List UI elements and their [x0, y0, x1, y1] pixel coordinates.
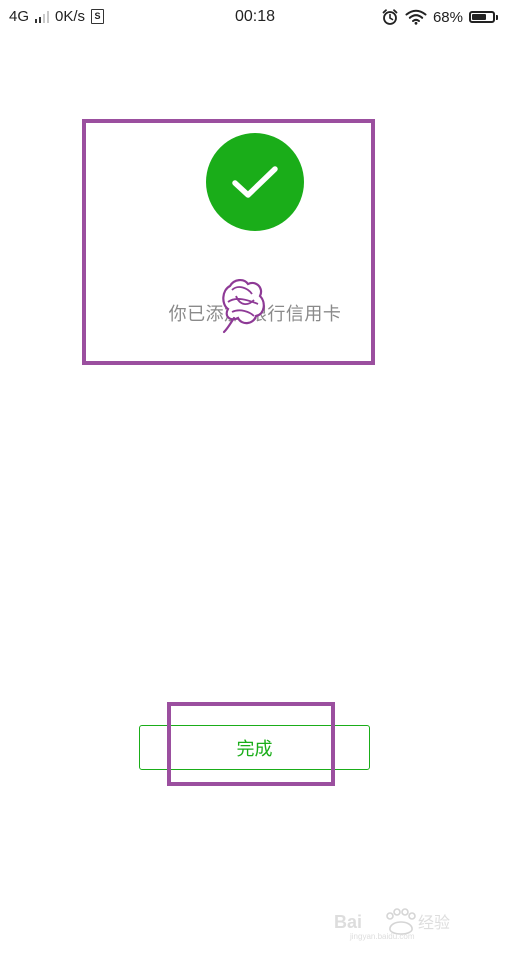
watermark-logo: Bai 经验 jingyan.baidu.com	[334, 908, 450, 941]
battery-percent: 68%	[432, 8, 463, 26]
status-right: 68%	[381, 8, 498, 26]
alarm-icon	[382, 9, 398, 25]
battery-body	[469, 11, 495, 23]
svg-text:经验: 经验	[418, 914, 450, 932]
battery-icon	[469, 11, 498, 23]
battery-tip	[496, 14, 498, 20]
svg-text:Bai: Bai	[334, 912, 362, 932]
status-bar: 4G 0K/s S 00:18 68%	[0, 0, 510, 36]
wifi-icon	[405, 9, 427, 25]
battery-fill	[472, 14, 486, 20]
svg-text:jingyan.baidu.com: jingyan.baidu.com	[349, 932, 415, 941]
annotation-box-done	[167, 702, 335, 786]
annotation-box-result	[82, 119, 375, 365]
